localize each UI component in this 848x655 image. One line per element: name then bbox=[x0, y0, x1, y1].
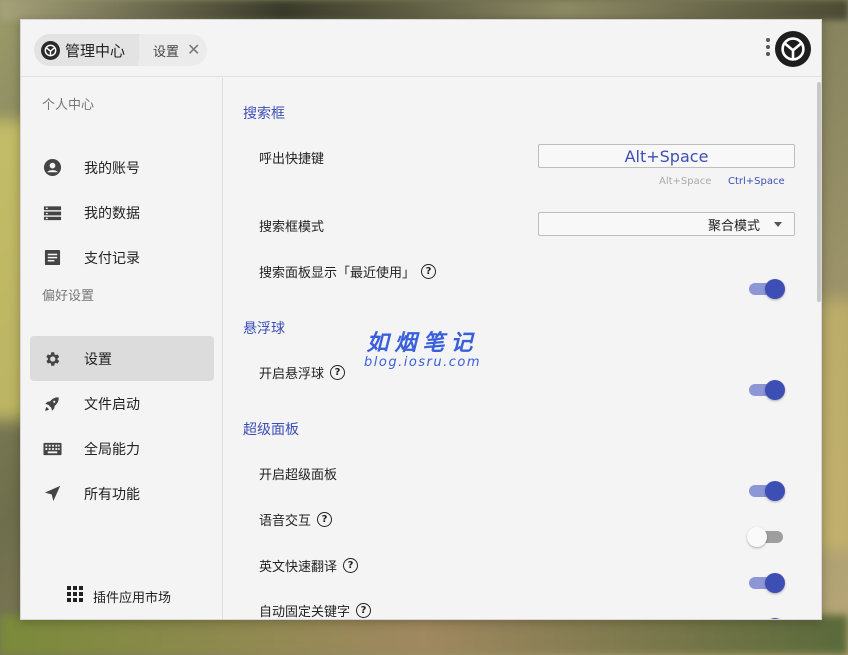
search-mode-select[interactable]: 聚合模式 bbox=[538, 212, 795, 236]
quick-translate-label-text: 英文快速翻译 bbox=[259, 560, 338, 575]
apps-grid-icon bbox=[67, 586, 83, 606]
section-title-search-box: 搜索框 bbox=[243, 106, 285, 122]
search-mode-label: 搜索框模式 bbox=[259, 216, 324, 235]
sidebar-item-label: 所有功能 bbox=[84, 486, 140, 503]
sidebar-item-file-launch[interactable]: 文件启动 bbox=[30, 381, 214, 426]
sidebar-item-label: 文件启动 bbox=[84, 396, 140, 413]
voice-interaction-toggle[interactable] bbox=[747, 526, 785, 548]
help-icon[interactable]: ? bbox=[356, 603, 372, 618]
gear-icon bbox=[42, 349, 62, 369]
title-bar: 管理中心 设置 ✕ bbox=[21, 20, 821, 77]
help-icon[interactable]: ? bbox=[330, 365, 346, 380]
floating-ball-label: 开启悬浮球 ? bbox=[259, 363, 346, 382]
super-panel-label: 开启超级面板 bbox=[259, 464, 337, 483]
section-title-personal: 个人中心 bbox=[42, 98, 95, 113]
search-mode-value: 聚合模式 bbox=[707, 218, 760, 234]
plugin-market-button[interactable]: 插件应用市场 bbox=[67, 586, 171, 606]
auto-pin-keyword-label: 自动固定关键字 ? bbox=[259, 601, 372, 620]
plugin-market-label: 插件应用市场 bbox=[93, 590, 172, 606]
sidebar-item-global-abilities[interactable]: 全局能力 bbox=[30, 426, 214, 471]
scrollbar[interactable] bbox=[817, 82, 821, 302]
sidebar-item-settings[interactable]: 设置 bbox=[30, 336, 214, 381]
quick-translate-label: 英文快速翻译 ? bbox=[259, 556, 359, 575]
app-window: 管理中心 设置 ✕ 个人中心 我的账号 我的数据 支付记录 偏好设置 设置 文件… bbox=[20, 19, 822, 620]
sidebar-item-label: 我的账号 bbox=[84, 160, 140, 177]
navigation-arrow-icon bbox=[42, 484, 62, 504]
hotkey-input[interactable]: Alt+Space bbox=[538, 144, 795, 168]
search-mode-label-text: 搜索框模式 bbox=[259, 220, 325, 235]
recent-used-label: 搜索面板显示「最近使用」 ? bbox=[259, 262, 437, 281]
sidebar-item-label: 全局能力 bbox=[84, 441, 140, 458]
rocket-icon bbox=[42, 394, 62, 414]
tab-management-center-label: 管理中心 bbox=[65, 41, 126, 60]
hotkey-label: 呼出快捷键 bbox=[259, 148, 324, 167]
help-icon[interactable]: ? bbox=[343, 558, 359, 573]
recent-used-toggle[interactable] bbox=[747, 278, 785, 300]
voice-interaction-label: 语音交互 ? bbox=[259, 510, 333, 529]
super-panel-label-text: 开启超级面板 bbox=[259, 468, 338, 483]
section-title-super-panel: 超级面板 bbox=[243, 422, 299, 438]
close-icon[interactable]: ✕ bbox=[187, 42, 200, 58]
quick-translate-toggle[interactable] bbox=[747, 572, 785, 594]
sidebar-item-label: 支付记录 bbox=[84, 250, 140, 267]
sidebar-item-my-data[interactable]: 我的数据 bbox=[30, 190, 214, 235]
background-top bbox=[0, 0, 848, 20]
sidebar: 个人中心 我的账号 我的数据 支付记录 偏好设置 设置 文件启动 全局能力 所有… bbox=[21, 78, 223, 619]
keyboard-icon bbox=[42, 439, 62, 459]
chevron-down-icon bbox=[774, 221, 782, 227]
sidebar-item-my-account[interactable]: 我的账号 bbox=[30, 145, 214, 190]
app-logo-icon bbox=[41, 40, 60, 60]
hotkey-option-alt-space[interactable]: Alt+Space bbox=[659, 176, 711, 187]
sidebar-item-label: 设置 bbox=[84, 351, 112, 368]
receipt-icon bbox=[42, 248, 62, 268]
auto-pin-keyword-label-text: 自动固定关键字 bbox=[259, 605, 351, 620]
tab-settings-label: 设置 bbox=[153, 44, 180, 60]
section-title-floating-ball: 悬浮球 bbox=[243, 321, 285, 337]
settings-content: 搜索框 呼出快捷键 Alt+Space Alt+Space Ctrl+Space… bbox=[224, 78, 821, 620]
floating-ball-label-text: 开启悬浮球 bbox=[259, 367, 325, 382]
watermark: 如烟笔记 blog.iosru.com bbox=[364, 325, 481, 370]
sidebar-item-all-features[interactable]: 所有功能 bbox=[30, 471, 214, 516]
sidebar-item-label: 我的数据 bbox=[84, 205, 140, 222]
floating-ball-toggle[interactable] bbox=[747, 379, 785, 401]
sidebar-item-payment-records[interactable]: 支付记录 bbox=[30, 235, 214, 280]
help-icon[interactable]: ? bbox=[317, 512, 333, 527]
watermark-title: 如烟笔记 bbox=[366, 331, 479, 356]
more-vert-icon[interactable] bbox=[766, 38, 770, 59]
storage-icon bbox=[42, 203, 62, 223]
background-bottom bbox=[0, 615, 848, 655]
hotkey-option-ctrl-space[interactable]: Ctrl+Space bbox=[728, 176, 785, 187]
auto-pin-keyword-toggle[interactable] bbox=[747, 617, 785, 619]
voice-interaction-label-text: 语音交互 bbox=[259, 514, 312, 529]
tab-settings[interactable]: 设置 ✕ bbox=[137, 34, 207, 66]
app-logo-icon[interactable] bbox=[775, 31, 811, 67]
help-icon[interactable]: ? bbox=[421, 264, 437, 279]
background-right bbox=[818, 300, 848, 550]
hotkey-label-text: 呼出快捷键 bbox=[259, 152, 325, 167]
recent-used-label-text: 搜索面板显示「最近使用」 bbox=[259, 266, 416, 281]
tab-management-center[interactable]: 管理中心 bbox=[34, 34, 156, 66]
watermark-url: blog.iosru.com bbox=[364, 355, 482, 370]
section-title-preferences: 偏好设置 bbox=[42, 289, 95, 304]
super-panel-toggle[interactable] bbox=[747, 480, 785, 502]
account-circle-icon bbox=[42, 158, 62, 178]
